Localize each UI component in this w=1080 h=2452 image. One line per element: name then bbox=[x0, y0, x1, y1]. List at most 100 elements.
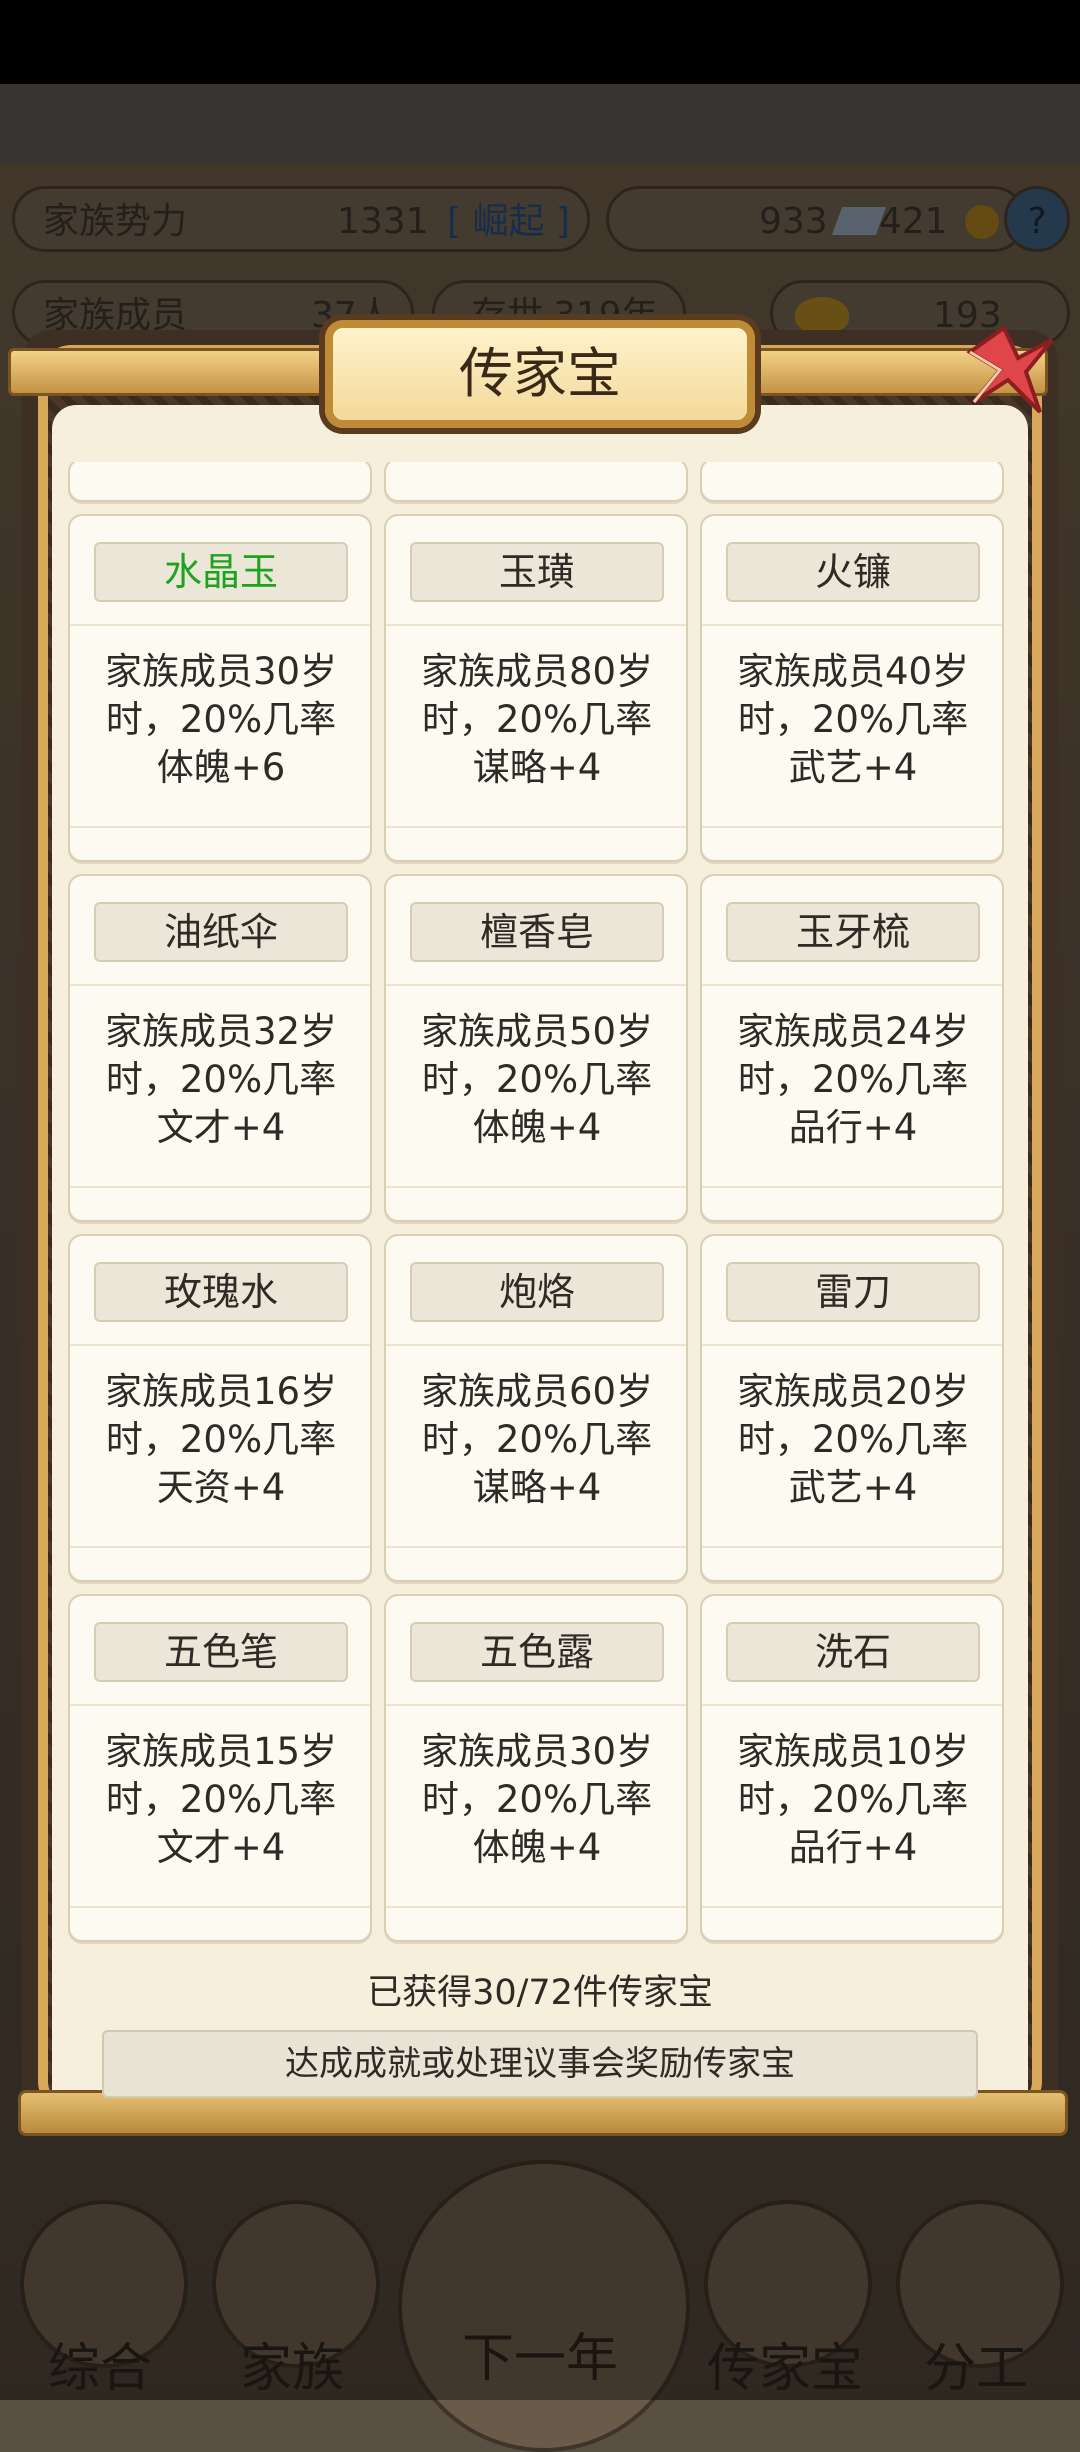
heirloom-card[interactable]: 水晶玉家族成员30岁 时，20%几率 体魄+6 bbox=[68, 514, 372, 862]
heirloom-desc-line1: 家族成员30岁 bbox=[104, 650, 338, 693]
heirloom-desc-line2: 时，20%几率 bbox=[421, 698, 653, 741]
heirloom-desc-line2: 时，20%几率 bbox=[737, 1778, 969, 1821]
heirloom-card-partial bbox=[700, 462, 1004, 502]
heirloom-desc-line1: 家族成员30岁 bbox=[420, 1730, 654, 1773]
heirloom-description: 家族成员60岁 时，20%几率 谋略+4 bbox=[396, 1368, 678, 1512]
card-divider bbox=[70, 624, 370, 626]
heirloom-desc-line3: 武艺+4 bbox=[788, 1466, 918, 1509]
heirloom-description: 家族成员30岁 时，20%几率 体魄+6 bbox=[80, 648, 362, 792]
heirloom-desc-line3: 品行+4 bbox=[788, 1106, 918, 1149]
heirloom-description: 家族成员10岁 时，20%几率 品行+4 bbox=[712, 1728, 994, 1872]
heirloom-desc-line3: 天资+4 bbox=[156, 1466, 286, 1509]
heirloom-name: 玉牙梳 bbox=[726, 902, 980, 962]
heirloom-card-partial bbox=[384, 462, 688, 502]
heirloom-description: 家族成员40岁 时，20%几率 武艺+4 bbox=[712, 648, 994, 792]
heirloom-description: 家族成员15岁 时，20%几率 文才+4 bbox=[80, 1728, 362, 1872]
heirloom-card[interactable]: 油纸伞家族成员32岁 时，20%几率 文才+4 bbox=[68, 874, 372, 1222]
heirloom-grid: 水晶玉 家族成员30岁 时，20%几率 体魄+6 玉璜 家族成员80岁 时，20%几率 谋略+… bbox=[68, 462, 1028, 1942]
card-divider bbox=[70, 1186, 370, 1188]
heirloom-desc-line3: 文才+4 bbox=[156, 1826, 286, 1869]
card-divider bbox=[386, 624, 686, 626]
card-divider bbox=[702, 826, 1002, 828]
heirloom-name: 洗石 bbox=[726, 1622, 980, 1682]
card-divider bbox=[70, 1344, 370, 1346]
card-divider bbox=[70, 1906, 370, 1908]
heirloom-card[interactable]: 炮烙家族成员60岁 时，20%几率 谋略+4 bbox=[384, 1234, 688, 1582]
heirloom-desc-line2: 时，20%几率 bbox=[421, 1418, 653, 1461]
heirloom-desc-line2: 时，20%几率 bbox=[105, 698, 337, 741]
heirloom-desc-line1: 家族成员60岁 bbox=[420, 1370, 654, 1413]
heirloom-name: 玉璜 bbox=[410, 542, 664, 602]
heirloom-desc-line2: 时，20%几率 bbox=[737, 698, 969, 741]
heirloom-desc-line2: 时，20%几率 bbox=[105, 1778, 337, 1821]
title-wing-left bbox=[8, 348, 344, 396]
heirloom-name: 雷刀 bbox=[726, 1262, 980, 1322]
card-divider bbox=[386, 1704, 686, 1706]
status-bar bbox=[0, 0, 1080, 84]
heirloom-description: 家族成员32岁 时，20%几率 文才+4 bbox=[80, 1008, 362, 1152]
heirloom-desc-line3: 谋略+4 bbox=[472, 1466, 602, 1509]
heirloom-desc-line2: 时，20%几率 bbox=[737, 1058, 969, 1101]
heirloom-card[interactable]: 檀香皂 家族成员50岁 时，20%几率 体魄+4 bbox=[384, 874, 688, 1222]
heirloom-desc-line3: 品行+4 bbox=[788, 1826, 918, 1869]
heirloom-description: 家族成员16岁 时，20%几率 天资+4 bbox=[80, 1368, 362, 1512]
heirloom-description: 家族成员30岁 时，20%几率 体魄+4 bbox=[396, 1728, 678, 1872]
card-divider bbox=[386, 826, 686, 828]
heirloom-desc-line1: 家族成员20岁 bbox=[736, 1370, 970, 1413]
heirloom-list[interactable]: 水晶玉 家族成员30岁 时，20%几率 体魄+6 玉璜 家族成员80岁 时，20%几率 谋略+… bbox=[52, 462, 1028, 1964]
heirloom-desc-line1: 家族成员80岁 bbox=[420, 650, 654, 693]
heirloom-description: 家族成员24岁 时，20%几率 品行+4 bbox=[712, 1008, 994, 1152]
card-divider bbox=[70, 984, 370, 986]
heirloom-desc-line1: 家族成员16岁 bbox=[104, 1370, 338, 1413]
heirloom-name: 水晶玉 bbox=[94, 542, 348, 602]
card-divider bbox=[386, 1546, 686, 1548]
heirloom-name: 五色笔 bbox=[94, 1622, 348, 1682]
heirloom-card[interactable]: 火镰家族成员40岁 时，20%几率 武艺+4 bbox=[700, 514, 1004, 862]
heirloom-desc-line3: 体魄+4 bbox=[472, 1106, 602, 1149]
heirloom-desc-line3: 体魄+6 bbox=[156, 746, 286, 789]
card-divider bbox=[386, 984, 686, 986]
heirloom-name: 玫瑰水 bbox=[94, 1262, 348, 1322]
card-divider bbox=[702, 624, 1002, 626]
card-divider bbox=[702, 984, 1002, 986]
heirloom-desc-line2: 时，20%几率 bbox=[421, 1778, 653, 1821]
card-divider bbox=[386, 1186, 686, 1188]
card-divider bbox=[386, 1906, 686, 1908]
heirloom-desc-line1: 家族成员32岁 bbox=[104, 1010, 338, 1053]
card-divider bbox=[70, 826, 370, 828]
card-divider bbox=[702, 1344, 1002, 1346]
heirloom-name: 五色露 bbox=[410, 1622, 664, 1682]
heirloom-desc-line1: 家族成员50岁 bbox=[420, 1010, 654, 1053]
card-divider bbox=[70, 1704, 370, 1706]
heirloom-desc-line2: 时，20%几率 bbox=[421, 1058, 653, 1101]
heirloom-desc-line3: 文才+4 bbox=[156, 1106, 286, 1149]
card-divider bbox=[702, 1186, 1002, 1188]
card-divider bbox=[702, 1704, 1002, 1706]
heirloom-desc-line1: 家族成员10岁 bbox=[736, 1730, 970, 1773]
heirloom-name: 炮烙 bbox=[410, 1262, 664, 1322]
close-icon[interactable] bbox=[960, 322, 1056, 418]
heirloom-count: 已获得30/72件传家宝 bbox=[367, 1973, 713, 2013]
heirloom-desc-line3: 谋略+4 bbox=[472, 746, 602, 789]
heirloom-desc-line3: 体魄+4 bbox=[472, 1826, 602, 1869]
heirloom-hint: 达成成就或处理议事会奖励传家宝 bbox=[102, 2030, 978, 2098]
heirloom-card[interactable]: 雷刀家族成员20岁 时，20%几率 武艺+4 bbox=[700, 1234, 1004, 1582]
heirloom-card[interactable]: 五色笔家族成员15岁 时，20%几率 文才+4 bbox=[68, 1594, 372, 1942]
heirloom-card[interactable]: 洗石家族成员10岁 时，20%几率 品行+4 bbox=[700, 1594, 1004, 1942]
dialog-title-plaque: 传家宝 bbox=[325, 320, 755, 428]
card-divider bbox=[702, 1906, 1002, 1908]
heirloom-desc-line1: 家族成员24岁 bbox=[736, 1010, 970, 1053]
heirloom-name: 火镰 bbox=[726, 542, 980, 602]
heirloom-name: 油纸伞 bbox=[94, 902, 348, 962]
heirloom-desc-line1: 家族成员15岁 bbox=[104, 1730, 338, 1773]
card-divider bbox=[70, 1546, 370, 1548]
heirloom-card[interactable]: 五色露家族成员30岁 时，20%几率 体魄+4 bbox=[384, 1594, 688, 1942]
card-divider bbox=[386, 1344, 686, 1346]
heirloom-description: 家族成员20岁 时，20%几率 武艺+4 bbox=[712, 1368, 994, 1512]
heirloom-description: 家族成员80岁 时，20%几率 谋略+4 bbox=[396, 648, 678, 792]
card-divider bbox=[702, 1546, 1002, 1548]
heirloom-card-partial bbox=[68, 462, 372, 502]
heirloom-card[interactable]: 玫瑰水家族成员16岁 时，20%几率 天资+4 bbox=[68, 1234, 372, 1582]
heirloom-card[interactable]: 玉璜家族成员80岁 时，20%几率 谋略+4 bbox=[384, 514, 688, 862]
heirloom-card[interactable]: 玉牙梳家族成员24岁 时，20%几率 品行+4 bbox=[700, 874, 1004, 1222]
